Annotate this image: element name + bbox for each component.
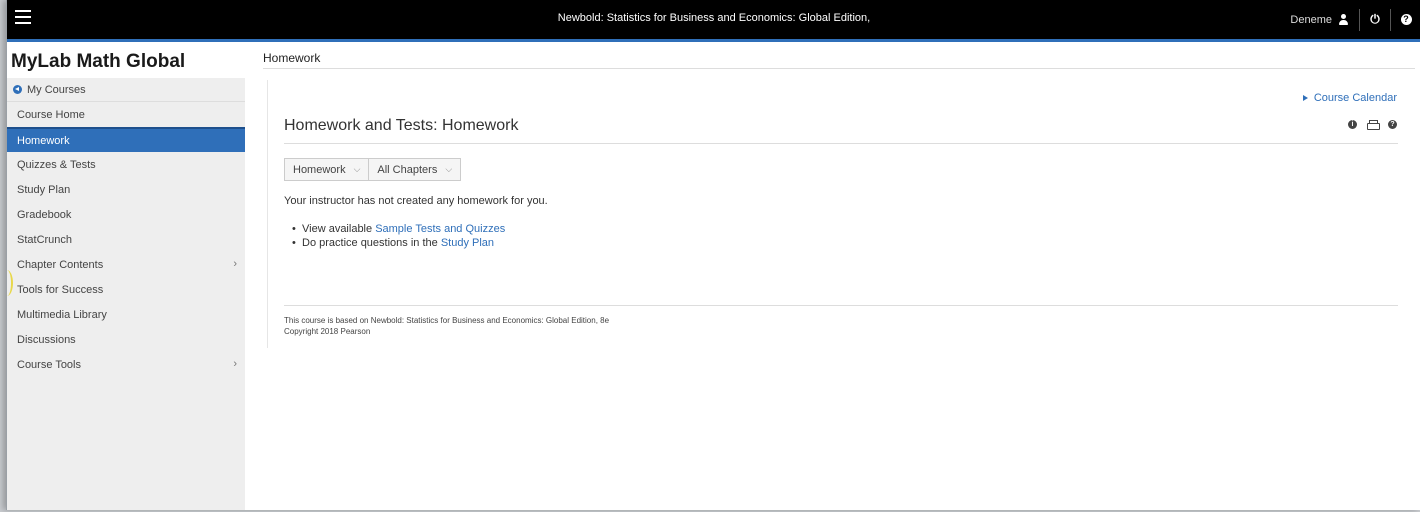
main-content: Course Calendar Homework and Tests: Home… xyxy=(267,80,1398,348)
chapter-dropdown[interactable]: All Chapters ⌵ xyxy=(369,158,462,181)
footer-course-info: This course is based on Newbold: Statist… xyxy=(284,316,610,325)
course-title: Newbold: Statistics for Business and Eco… xyxy=(557,12,871,24)
list-item: Do practice questions in the Study Plan xyxy=(292,236,505,250)
sidebar-nav: Course Home Homework Quizzes & Tests Study … xyxy=(7,102,245,377)
page-label: Homework xyxy=(263,51,321,65)
dropdown-label: Homework xyxy=(293,163,346,176)
user-name[interactable]: Deneme xyxy=(1290,14,1332,26)
footer: This course is based on Newbold: Statist… xyxy=(284,315,609,337)
sidebar-item-label: StatCrunch xyxy=(17,233,73,246)
sidebar-item-course-tools[interactable]: Course Tools › xyxy=(7,352,245,377)
list-item-text: View available xyxy=(302,223,376,235)
sidebar-item-label: Study Plan xyxy=(17,183,71,196)
chevron-down-icon: ⌵ xyxy=(445,164,453,174)
list-item: View available Sample Tests and Quizzes xyxy=(292,222,505,236)
filter-bar: Homework ⌵ All Chapters ⌵ xyxy=(284,158,462,181)
course-calendar-label: Course Calendar xyxy=(1313,92,1397,104)
section-title: Homework and Tests: Homework xyxy=(284,117,519,134)
sidebar-item-label: Homework xyxy=(17,134,70,147)
sidebar-item-gradebook[interactable]: Gradebook xyxy=(7,202,245,227)
suggestion-list: View available Sample Tests and Quizzes … xyxy=(292,222,505,250)
footer-copyright: Copyright 2018 Pearson xyxy=(284,327,371,336)
my-courses-link[interactable]: My Courses xyxy=(7,78,245,102)
sidebar-item-quizzes-tests[interactable]: Quizzes & Tests xyxy=(7,152,245,177)
divider xyxy=(284,143,1398,144)
sidebar-item-label: Discussions xyxy=(17,333,76,346)
power-icon[interactable]: ⏻ xyxy=(1360,0,1390,39)
info-icon[interactable]: i xyxy=(1348,120,1357,129)
chevron-right-icon: › xyxy=(233,258,237,270)
app-window: Newbold: Statistics for Business and Eco… xyxy=(6,0,1420,510)
user-icon[interactable] xyxy=(1338,13,1349,26)
list-item-text: Do practice questions in the xyxy=(302,237,441,249)
sample-tests-link[interactable]: Sample Tests and Quizzes xyxy=(375,223,505,235)
study-plan-link[interactable]: Study Plan xyxy=(441,237,494,249)
top-bar: Newbold: Statistics for Business and Eco… xyxy=(7,0,1420,42)
dropdown-label: All Chapters xyxy=(377,163,438,176)
sidebar-item-study-plan[interactable]: Study Plan xyxy=(7,177,245,202)
sidebar-item-label: Course Tools xyxy=(17,358,81,371)
sidebar-item-label: Multimedia Library xyxy=(17,308,107,321)
help-icon: ? xyxy=(1400,14,1412,25)
sidebar-item-label: Tools for Success xyxy=(17,283,104,296)
help-button[interactable]: ? xyxy=(1391,0,1420,39)
back-arrow-icon xyxy=(13,85,22,94)
assignment-type-dropdown[interactable]: Homework ⌵ xyxy=(284,158,370,181)
help-icon[interactable]: ? xyxy=(1388,120,1397,129)
chevron-down-icon: ⌵ xyxy=(353,164,361,174)
sidebar-item-chapter-contents[interactable]: Chapter Contents › xyxy=(7,252,245,277)
title-actions: i ? xyxy=(1348,120,1397,130)
sidebar-item-statcrunch[interactable]: StatCrunch xyxy=(7,227,245,252)
sidebar-item-discussions[interactable]: Discussions xyxy=(7,327,245,352)
sidebar-item-homework[interactable]: Homework xyxy=(7,127,245,152)
chevron-right-icon: › xyxy=(233,358,237,370)
triangle-right-icon xyxy=(1302,95,1308,101)
sidebar-item-label: Gradebook xyxy=(17,208,72,221)
my-courses-label: My Courses xyxy=(27,83,86,96)
sidebar: MyLab Math Global My Courses Course Home… xyxy=(7,45,245,510)
course-calendar-link[interactable]: Course Calendar xyxy=(1302,92,1397,104)
sidebar-item-multimedia-library[interactable]: Multimedia Library xyxy=(7,302,245,327)
divider xyxy=(263,68,1415,69)
sidebar-item-tools-for-success[interactable]: Tools for Success xyxy=(7,277,245,302)
sidebar-item-label: Quizzes & Tests xyxy=(17,158,96,171)
sidebar-item-label: Course Home xyxy=(17,108,85,121)
sidebar-item-course-home[interactable]: Course Home xyxy=(7,102,245,127)
brand-title: MyLab Math Global xyxy=(7,45,245,78)
sidebar-item-label: Chapter Contents xyxy=(17,258,104,271)
print-icon[interactable] xyxy=(1367,120,1380,130)
top-right-controls: Deneme ⏻ ? xyxy=(1290,0,1420,39)
divider xyxy=(284,305,1398,306)
no-homework-message: Your instructor has not created any home… xyxy=(284,195,548,207)
